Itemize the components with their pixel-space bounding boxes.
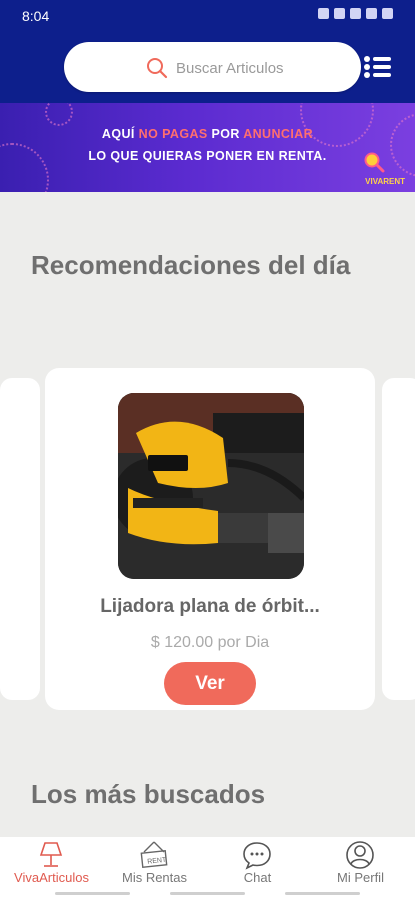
banner-line-1: AQUÍ NO PAGAS POR ANUNCIAR <box>101 127 314 141</box>
search-bar[interactable] <box>64 42 361 92</box>
nav-label-chat: Chat <box>243 870 272 885</box>
wifi-icon <box>350 8 361 19</box>
product-name: Lijadora plana de órbit... <box>100 596 320 617</box>
magnifier-logo-icon <box>364 152 385 173</box>
product-price: $ 120.00 por Dia <box>150 634 270 651</box>
next-card[interactable] <box>382 378 415 700</box>
nav-item-mi-perfil[interactable]: Mi Perfil <box>309 837 412 900</box>
product-card[interactable]: Lijadora plana de órbit... $ 120.00 por … <box>45 368 375 710</box>
user-profile-icon <box>346 841 374 869</box>
alarm-icon <box>318 8 329 19</box>
status-icons <box>318 8 393 19</box>
most-searched-section-title: Los más buscados <box>31 779 266 809</box>
view-product-button[interactable]: Ver <box>164 662 256 705</box>
status-bar: 8:04 <box>0 0 415 32</box>
previous-card[interactable] <box>0 378 40 700</box>
nav-label-mis-rentas: Mis Rentas <box>121 870 188 885</box>
search-input[interactable] <box>174 54 358 82</box>
recommended-section-title: Recomendaciones del día <box>31 250 351 280</box>
lamp-icon <box>39 842 63 867</box>
app-header: 8:04 <box>0 0 415 103</box>
signal-icon <box>366 8 377 19</box>
chat-bubble-icon <box>243 842 271 870</box>
rent-sign-icon: RENT <box>140 841 168 868</box>
nav-item-chat[interactable]: Chat <box>206 837 309 900</box>
mute-icon <box>334 8 345 19</box>
nav-indicator-mid <box>170 892 245 895</box>
search-icon <box>147 58 168 79</box>
nav-item-vivaarticulos[interactable]: VivaArticulos <box>0 837 103 900</box>
banner-line-2: LO QUE QUIERAS PONER EN RENTA. <box>88 149 327 163</box>
menu-list-icon[interactable] <box>363 55 393 79</box>
nav-label-mi-perfil: Mi Perfil <box>337 870 384 885</box>
bottom-navigation: VivaArticulos RENT Mis Rentas Chat Mi Pe… <box>0 837 415 900</box>
nav-item-mis-rentas[interactable]: RENT Mis Rentas <box>103 837 206 900</box>
brand-logo-text: VIVARENT <box>365 177 405 186</box>
nav-indicator-right <box>285 892 360 895</box>
nav-label-vivaarticulos: VivaArticulos <box>14 870 89 885</box>
promo-banner[interactable]: AQUÍ NO PAGAS POR ANUNCIAR LO QUE QUIERA… <box>0 103 415 192</box>
nav-indicator-left <box>55 892 130 895</box>
battery-icon <box>382 8 393 19</box>
status-time: 8:04 <box>22 8 50 24</box>
product-image <box>118 393 304 579</box>
